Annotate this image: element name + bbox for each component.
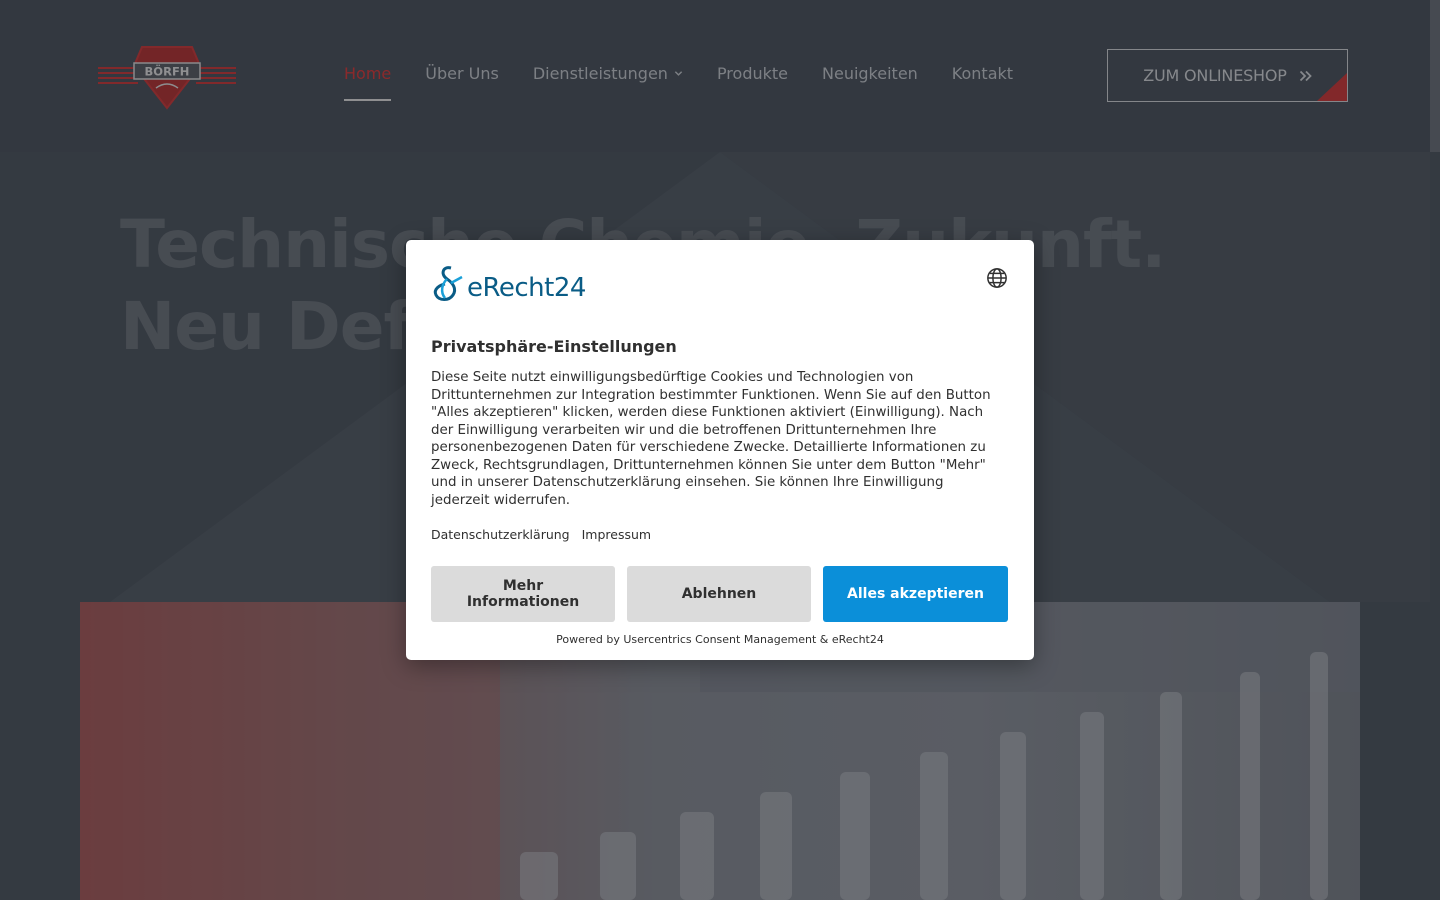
more-information-button[interactable]: Mehr Informationen <box>431 566 615 622</box>
imprint-link[interactable]: Impressum <box>582 527 651 542</box>
brand-name: eRecht24 <box>467 273 586 303</box>
erecht24-logo: eRecht24 <box>431 265 586 303</box>
accept-all-button[interactable]: Alles akzeptieren <box>823 566 1008 622</box>
dialog-title: Privatsphäre-Einstellungen <box>431 337 677 356</box>
consent-dialog: eRecht24 Privatsphäre-Einstellungen Dies… <box>406 240 1034 660</box>
privacy-policy-link[interactable]: Datenschutzerklärung <box>431 527 570 542</box>
powered-by-text: Powered by Usercentrics Consent Manageme… <box>556 633 884 646</box>
dialog-description: Diese Seite nutzt einwilligungsbedürftig… <box>431 370 991 508</box>
dialog-links: Datenschutzerklärung Impressum <box>431 527 651 542</box>
globe-icon[interactable] <box>986 267 1008 289</box>
deny-button[interactable]: Ablehnen <box>627 566 811 622</box>
erecht24-symbol-icon <box>433 266 463 301</box>
